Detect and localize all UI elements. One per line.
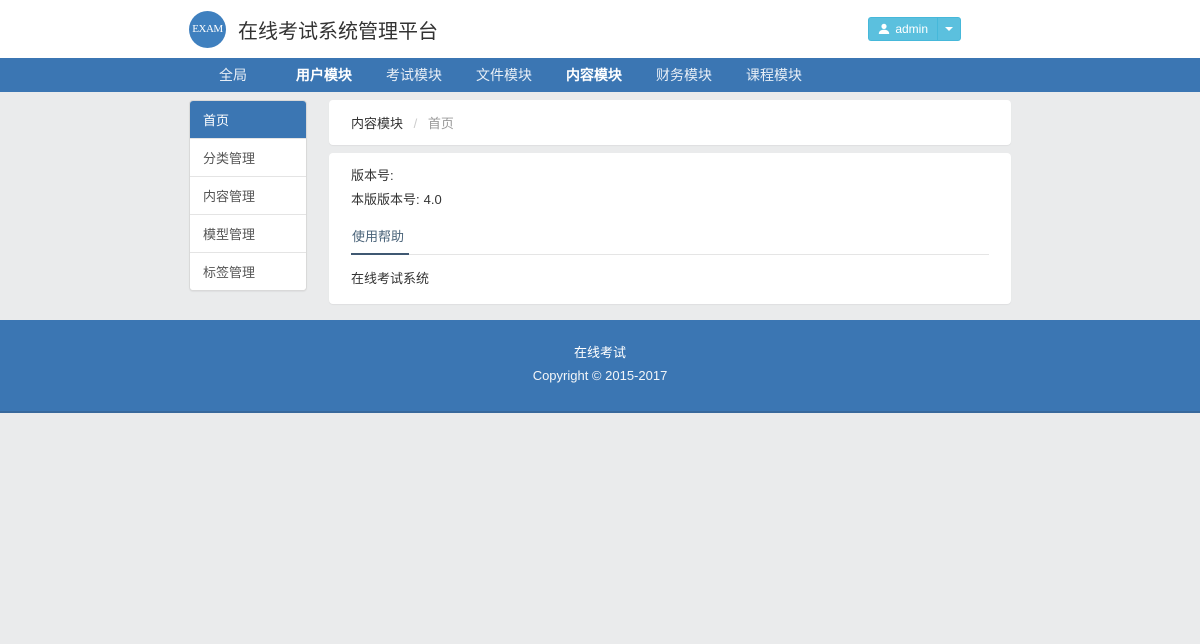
nav-item-finance-module[interactable]: 财务模块 (639, 58, 729, 92)
nav-item-content-module[interactable]: 内容模块 (549, 58, 639, 92)
breadcrumb-current: 首页 (428, 116, 454, 131)
main-panel: 版本号: 本版版本号: 4.0 使用帮助 在线考试系统 (329, 153, 1011, 304)
help-content-text: 在线考试系统 (351, 269, 989, 288)
footer-site-name: 在线考试 (0, 343, 1200, 363)
admin-user-button[interactable]: admin (868, 17, 937, 41)
breadcrumb-module: 内容模块 (351, 116, 403, 131)
nav-item-course-module[interactable]: 课程模块 (729, 58, 819, 92)
sidebar-item-content-manage[interactable]: 内容管理 (190, 176, 306, 214)
user-button-group: admin (868, 17, 961, 41)
version-line: 本版版本号: 4.0 (351, 190, 989, 209)
sidebar-item-category-manage[interactable]: 分类管理 (190, 138, 306, 176)
user-dropdown-toggle[interactable] (937, 17, 961, 41)
main-navbar: 全局 用户模块 考试模块 文件模块 内容模块 财务模块 课程模块 (0, 58, 1200, 92)
nav-item-exam-module[interactable]: 考试模块 (369, 58, 459, 92)
page-footer: 在线考试 Copyright © 2015-2017 (0, 320, 1200, 413)
version-field-label: 本版版本号: (351, 192, 420, 207)
caret-down-icon (945, 27, 953, 31)
sidebar-item-home[interactable]: 首页 (190, 101, 306, 138)
navbar-menu: 全局 用户模块 考试模块 文件模块 内容模块 财务模块 课程模块 (189, 58, 1011, 92)
sidebar-menu: 首页 分类管理 内容管理 模型管理 标签管理 (189, 100, 307, 291)
nav-item-global[interactable]: 全局 (202, 58, 264, 92)
version-label: 版本号: (351, 166, 989, 185)
breadcrumb: 内容模块 / 首页 (329, 100, 1011, 145)
sidebar-item-tag-manage[interactable]: 标签管理 (190, 252, 306, 290)
header: EXAM 在线考试系统管理平台 admin (0, 0, 1200, 58)
footer-copyright: Copyright © 2015-2017 (0, 366, 1200, 386)
help-tab[interactable]: 使用帮助 (351, 226, 409, 255)
page-title: 在线考试系统管理平台 (238, 15, 438, 44)
version-field-value: 4.0 (424, 192, 442, 207)
nav-item-user-module[interactable]: 用户模块 (279, 58, 369, 92)
breadcrumb-separator: / (414, 116, 418, 131)
nav-item-file-module[interactable]: 文件模块 (459, 58, 549, 92)
exam-logo-icon: EXAM (189, 11, 226, 48)
content-region: 首页 分类管理 内容管理 模型管理 标签管理 内容模块 / 首页 版本号: 本版… (0, 92, 1200, 304)
admin-user-label: admin (895, 22, 928, 36)
user-icon (878, 23, 890, 35)
sidebar-item-model-manage[interactable]: 模型管理 (190, 214, 306, 252)
help-tabs-row: 使用帮助 (351, 226, 989, 255)
